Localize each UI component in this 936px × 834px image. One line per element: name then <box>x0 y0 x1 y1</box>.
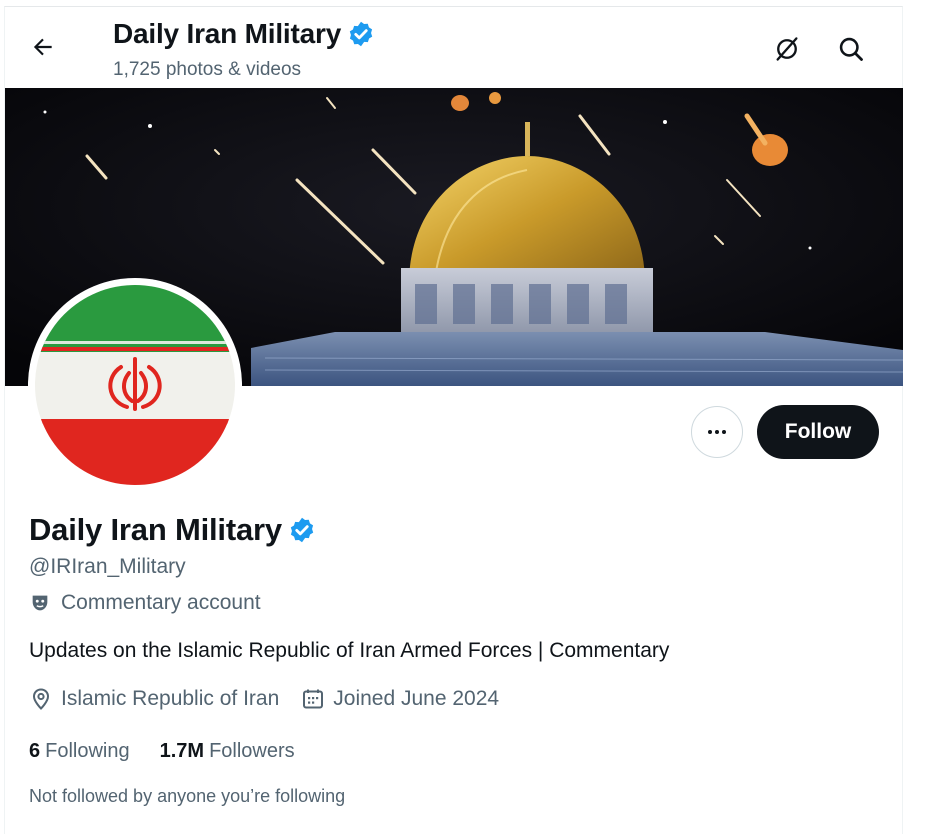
following-label: Following <box>45 740 130 762</box>
profile-handle: @IRIran_Military <box>29 555 186 578</box>
grok-icon <box>776 37 798 61</box>
followers-link[interactable]: 1.7M Followers <box>160 740 295 763</box>
profile-avatar[interactable] <box>28 278 242 492</box>
right-pane <box>904 0 936 834</box>
profile-name-text: Daily Iran Military <box>29 512 282 547</box>
location-pin-icon <box>32 688 50 710</box>
masks-icon <box>32 595 48 611</box>
back-button[interactable] <box>25 29 61 65</box>
followers-count: 1.7M <box>159 740 205 762</box>
location-text: Islamic Republic of Iran <box>61 687 280 710</box>
verified-badge-icon <box>349 21 373 47</box>
joined-item: Joined June 2024 <box>301 687 499 711</box>
grok-button[interactable] <box>769 31 805 67</box>
calendar-icon <box>303 689 324 709</box>
arrow-left-icon <box>33 38 52 56</box>
avatar-image <box>35 285 235 485</box>
followers-label: Followers <box>209 740 295 762</box>
profile-name: Daily Iran Military <box>29 512 316 548</box>
header-title: Daily Iran Military <box>113 18 375 50</box>
not-followed-note: Not followed by anyone you’re following <box>29 786 346 806</box>
header-name: Daily Iran Military <box>113 18 342 49</box>
profile-header: Daily Iran Military 1,725 photos & video… <box>5 7 902 88</box>
following-link[interactable]: 6 Following <box>29 740 130 763</box>
more-options-button[interactable] <box>691 406 743 458</box>
location-item: Islamic Republic of Iran <box>29 687 279 711</box>
follow-button[interactable]: Follow <box>757 405 879 459</box>
following-count: 6 <box>29 740 41 762</box>
profile-stats: 6 Following 1.7M Followers <box>29 740 325 763</box>
iran-flag-image <box>35 285 235 485</box>
profile-meta: Islamic Republic of Iran Joined June 202… <box>29 687 521 711</box>
verified-badge-icon[interactable] <box>288 516 316 544</box>
commentary-label[interactable]: Commentary account <box>29 591 261 615</box>
header-media-count: 1,725 photos & videos <box>113 59 302 80</box>
search-button[interactable] <box>833 31 869 67</box>
commentary-text: Commentary account <box>61 591 261 614</box>
search-icon <box>839 37 863 61</box>
profile-bio: Updates on the Islamic Republic of Iran … <box>29 639 670 662</box>
joined-text: Joined June 2024 <box>333 687 500 710</box>
more-dots-icon <box>708 430 726 434</box>
